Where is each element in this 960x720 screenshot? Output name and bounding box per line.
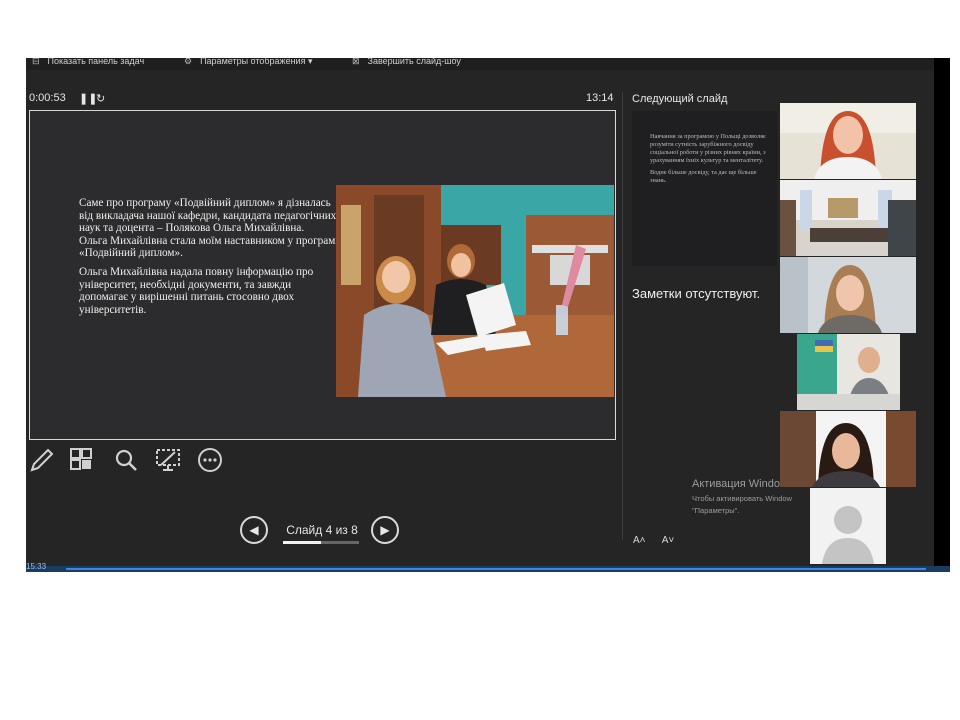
clock: 13:14	[586, 92, 614, 104]
restart-timer-icon[interactable]: ↻	[96, 92, 105, 105]
slide-navigation: ◀ Слайд 4 из 8 ▶	[240, 514, 410, 548]
next-slide-paragraph: Водне більше досвіду, та дає ще більше з…	[650, 169, 757, 184]
increase-font-button[interactable]: A˄	[633, 535, 646, 546]
taskbar-time: 15:33	[26, 562, 47, 571]
settings-icon: ⚙	[184, 58, 193, 66]
taskbar-icon: ⊟	[32, 58, 40, 66]
zoom-icon[interactable]	[112, 446, 140, 474]
slide-counter[interactable]: Слайд 4 из 8	[282, 523, 362, 537]
current-slide[interactable]: Саме про програму «Подвійний диплом» я д…	[29, 110, 616, 440]
next-slide-body: Навчання за програмою у Польщі дозволяє …	[650, 133, 768, 185]
participant-video-tile[interactable]	[780, 411, 916, 487]
slides-grid-icon[interactable]	[68, 446, 96, 474]
slide-paragraph: Ольга Михайлівна стала моїм наставником …	[79, 234, 339, 260]
next-slide-paragraph: Навчання за програмою у Польщі дозволяє …	[650, 133, 766, 164]
participant-video-tile[interactable]	[780, 257, 916, 333]
participant-avatar-placeholder[interactable]	[810, 488, 886, 564]
screen-edge	[934, 58, 950, 572]
more-icon[interactable]	[196, 446, 224, 474]
font-size-controls: A˄ A˅	[633, 535, 688, 546]
pause-timer-icon[interactable]: ❚❚	[79, 92, 97, 105]
slide-paragraph: Саме про програму «Подвійний диплом» я д…	[79, 197, 337, 235]
end-show-button[interactable]: ⊠ Завершить слайд-шоу	[352, 58, 461, 66]
notes-text: Заметки отсутствуют.	[632, 286, 761, 301]
participant-video-tile[interactable]	[780, 103, 916, 179]
show-taskbar-button[interactable]: ⊟ Показать панель задач	[32, 58, 144, 66]
decrease-font-button[interactable]: A˅	[662, 535, 675, 546]
next-arrow-icon[interactable]: ▶	[371, 516, 399, 544]
end-show-icon: ⊠	[352, 58, 360, 66]
slide-progress	[283, 541, 359, 544]
windows-taskbar: 15:33	[26, 562, 950, 572]
participant-video-tile[interactable]	[780, 180, 916, 256]
display-settings-button[interactable]: ⚙ Параметры отображения ▾	[184, 58, 312, 66]
slide-progress-fill	[283, 541, 321, 544]
next-slide-preview[interactable]: Навчання за програмою у Польщі дозволяє …	[632, 111, 777, 266]
screen-icon[interactable]	[154, 446, 182, 474]
slide-photo	[336, 185, 614, 397]
next-slide-label: Следующий слайд	[632, 93, 728, 105]
participant-video-tile[interactable]	[797, 334, 900, 410]
windows-activation-watermark: Активация Windows Чтобы активировать Win…	[692, 478, 792, 515]
elapsed-timer: 0:00:53	[29, 92, 66, 104]
video-scrubber[interactable]	[66, 568, 926, 570]
pen-icon[interactable]	[28, 446, 56, 474]
presenter-toolbar: ⊟ Показать панель задач ⚙ Параметры отобра…	[26, 58, 934, 70]
slide-body: Саме про програму «Подвійний диплом» я д…	[79, 197, 341, 322]
prev-arrow-icon[interactable]: ◀	[240, 516, 268, 544]
slide-paragraph: Ольга Михайлівна надала повну інформацію…	[79, 265, 314, 316]
presenter-tools	[26, 446, 246, 476]
pane-divider[interactable]	[622, 92, 623, 540]
